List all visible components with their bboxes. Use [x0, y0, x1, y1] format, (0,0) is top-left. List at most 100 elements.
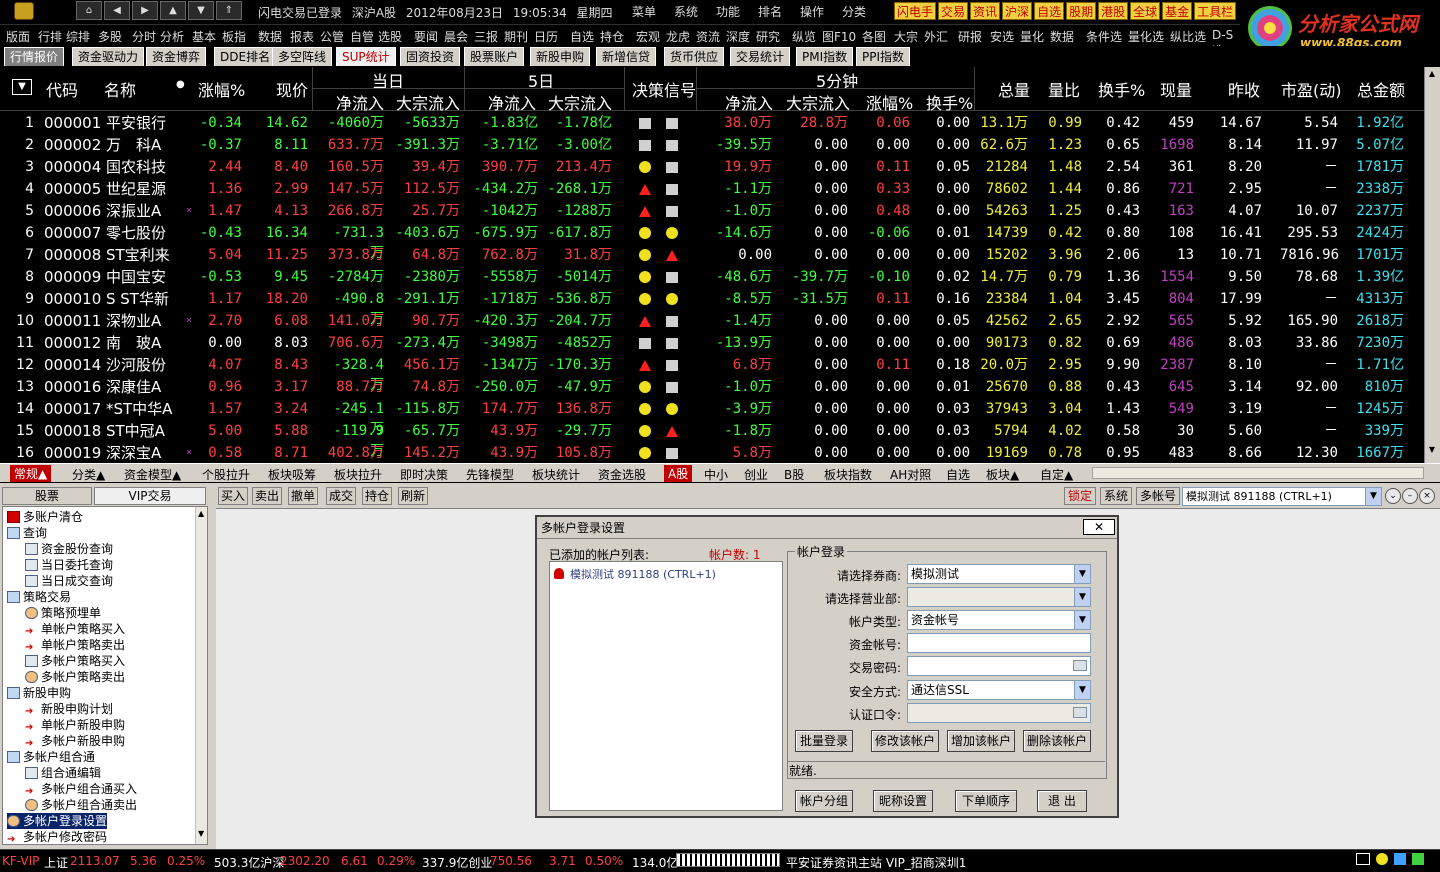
toolbar-item[interactable]: 数据 [258, 28, 282, 45]
tree-item[interactable]: ➔ 多帐户新股申购 [25, 733, 125, 749]
minimize-icon[interactable]: – [1402, 488, 1418, 504]
bottom-tab-0[interactable]: 常规▲ [10, 465, 52, 482]
toolbar-item[interactable]: 基本 [192, 28, 216, 45]
quick-button[interactable]: 交易 [938, 2, 969, 20]
tab-2[interactable]: 资金博弈 [146, 47, 207, 66]
positions-button[interactable]: 持仓 [362, 487, 393, 505]
table-row[interactable]: 15 000018 ST中冠A 5.00 5.88 -119.9万 -65.7万 43.9万 -… [0, 419, 1424, 459]
dialog-bottom-button[interactable]: 下单顺序 [955, 790, 1017, 812]
toolbar-item[interactable]: 版面 [6, 28, 30, 45]
app-logo-icon[interactable] [14, 2, 34, 20]
tab-1[interactable]: 资金驱动力 [72, 47, 145, 66]
toolbar-item[interactable]: 安选 [990, 28, 1014, 45]
chevron-down-icon[interactable]: ▼ [1365, 488, 1381, 505]
tree-item[interactable]: 当日成交查询 [25, 573, 113, 589]
dialog-close-button[interactable]: ✕ [1083, 519, 1115, 535]
network-icon[interactable] [1394, 853, 1406, 865]
alert-icon[interactable] [1376, 853, 1388, 865]
bottom-tab-12[interactable]: 创业 [744, 466, 768, 483]
menu-item[interactable]: 系统 [674, 3, 716, 20]
dialog-bottom-button[interactable]: 昵称设置 [873, 790, 933, 812]
toolbar-item[interactable]: 资流 [696, 28, 720, 45]
toolbar-item[interactable]: 日历 [534, 28, 558, 45]
bottom-tab-15[interactable]: AH对照 [890, 466, 931, 483]
page-up-icon[interactable]: ▲ [160, 1, 186, 20]
quick-button[interactable]: 股期 [1066, 2, 1097, 20]
system-button[interactable]: 系统 [1100, 487, 1133, 505]
account-action-button[interactable]: 删除该帐户 [1023, 730, 1091, 752]
back-icon[interactable]: ◀ [104, 1, 130, 20]
bottom-tab-13[interactable]: B股 [784, 466, 804, 483]
menu-item[interactable]: 菜单 [632, 3, 674, 20]
toolbar-item[interactable]: 数据 [1050, 28, 1074, 45]
table-row[interactable]: 4 000005 世纪星源 1.36 2.99 147.5万 112.5万 -434.2万 -2… [0, 177, 1424, 199]
tree-item[interactable]: 资金股份查询 [25, 541, 113, 557]
cancel-order-button[interactable]: 撤单 [288, 487, 319, 505]
buy-button[interactable]: 买入 [218, 487, 249, 505]
forward-icon[interactable]: ▶ [132, 1, 158, 20]
menu-item[interactable]: 排名 [758, 3, 800, 20]
col-vol-ratio[interactable]: 量比 [1048, 77, 1080, 101]
toolbar-item[interactable]: 宏观 [636, 28, 660, 45]
table-row[interactable]: 10 000011 深物业A × 2.70 6.08 141.0万 90.7万 -420.3万 -… [0, 309, 1424, 331]
table-row[interactable]: 12 000014 沙河股份 4.07 8.43 -328.4万 456.1万 -1347万 -… [0, 353, 1424, 393]
toolbar-item[interactable]: 图F10 [822, 28, 856, 45]
tab-0[interactable]: 行情报价 [4, 47, 65, 66]
login-field-2[interactable]: 资金帐号 ▼ [907, 610, 1091, 630]
page-down-icon[interactable]: ▼ [188, 1, 214, 20]
dialog-bottom-button[interactable]: 退 出 [1037, 790, 1087, 812]
login-field-5[interactable]: 通达信SSL ▼ [907, 680, 1091, 700]
quick-button[interactable]: 全球 [1130, 2, 1161, 20]
toolbar-item[interactable]: 条件选 [1086, 28, 1122, 45]
connection-icon[interactable] [1412, 853, 1424, 865]
bottom-tab-18[interactable]: 自定▲ [1040, 466, 1073, 483]
bottom-tab-9[interactable]: 资金选股 [598, 466, 646, 483]
toolbar-item[interactable]: 龙虎 [666, 28, 690, 45]
tab-4[interactable]: 多空阵线 [272, 47, 333, 66]
bottom-tab-8[interactable]: 板块统计 [532, 466, 580, 483]
col-cur-vol[interactable]: 现量 [1160, 77, 1192, 101]
tree-item[interactable]: 组合通编辑 [25, 765, 101, 781]
tree-item[interactable]: 多账户清仓 [7, 509, 83, 525]
login-field-4[interactable] [907, 656, 1091, 676]
account-action-button[interactable]: 增加该帐户 [947, 730, 1015, 752]
bottom-tab-5[interactable]: 板块拉升 [334, 466, 382, 483]
keyboard-icon[interactable] [1073, 660, 1087, 671]
table-row[interactable]: 5 000006 深振业A × 1.47 4.13 266.8万 25.7万 -1042万 -12… [0, 199, 1424, 221]
col-pe[interactable]: 市盈(动) [1281, 77, 1342, 101]
menu-circle-icon[interactable]: ⌄ [1385, 488, 1401, 504]
toolbar-item[interactable]: 研究 [756, 28, 780, 45]
toolbar-item[interactable]: 大宗 [894, 28, 918, 45]
table-row[interactable]: 7 000008 ST宝利来 5.04 11.25 373.8万 64.8万 762.8万 31… [0, 243, 1424, 265]
refresh-button[interactable]: 刷新 [398, 487, 429, 505]
mail-icon[interactable] [1356, 853, 1370, 865]
login-field-3[interactable] [907, 633, 1091, 653]
quick-button[interactable]: 工具栏 [1194, 2, 1237, 20]
scroll-up-icon[interactable]: ▲ [198, 509, 204, 518]
toolbar-item[interactable]: 多股 [98, 28, 122, 45]
tab-stock[interactable]: 股票 [2, 487, 92, 505]
account-list[interactable]: 模拟测试 891188 (CTRL+1) [549, 561, 783, 811]
tree-item[interactable]: 多帐户组合通卖出 [25, 797, 137, 813]
login-field-1[interactable]: ▼ [907, 587, 1091, 607]
quick-button[interactable]: 资讯 [970, 2, 1001, 20]
tab-11[interactable]: 交易统计 [730, 47, 791, 66]
toolbar-item[interactable]: 持仓 [600, 28, 624, 45]
toolbar-item[interactable]: 三报 [474, 28, 498, 45]
toolbar-item[interactable]: 量化选 [1128, 28, 1164, 45]
toolbar-item[interactable]: 选股 [378, 28, 402, 45]
table-row[interactable]: 8 000009 中国宝安 -0.53 9.45 -2784万 -2380万 -5558万 -5… [0, 265, 1424, 287]
horizontal-scrollbar[interactable] [1092, 467, 1424, 479]
table-row[interactable]: 3 000004 国农科技 2.44 8.40 160.5万 39.4万 390.7万 213.… [0, 155, 1424, 177]
scroll-down-icon[interactable]: ▼ [198, 829, 204, 838]
tab-9[interactable]: 新增信贷 [596, 47, 657, 66]
table-row[interactable]: 2 000002 万 科A -0.37 8.11 633.7万 -391.3万 -3.71亿 -… [0, 133, 1424, 155]
toolbar-item[interactable]: 分析 [160, 28, 184, 45]
toolbar-item[interactable]: 分时 [132, 28, 156, 45]
tree-item[interactable]: 当日委托查询 [25, 557, 113, 573]
col-total-vol[interactable]: 总量 [998, 77, 1030, 101]
col-name[interactable]: 名称 [104, 77, 136, 101]
sell-button[interactable]: 卖出 [252, 487, 283, 505]
tree-item[interactable]: 新股申购 [7, 685, 71, 701]
toolbar-item[interactable]: 板指 [222, 28, 246, 45]
